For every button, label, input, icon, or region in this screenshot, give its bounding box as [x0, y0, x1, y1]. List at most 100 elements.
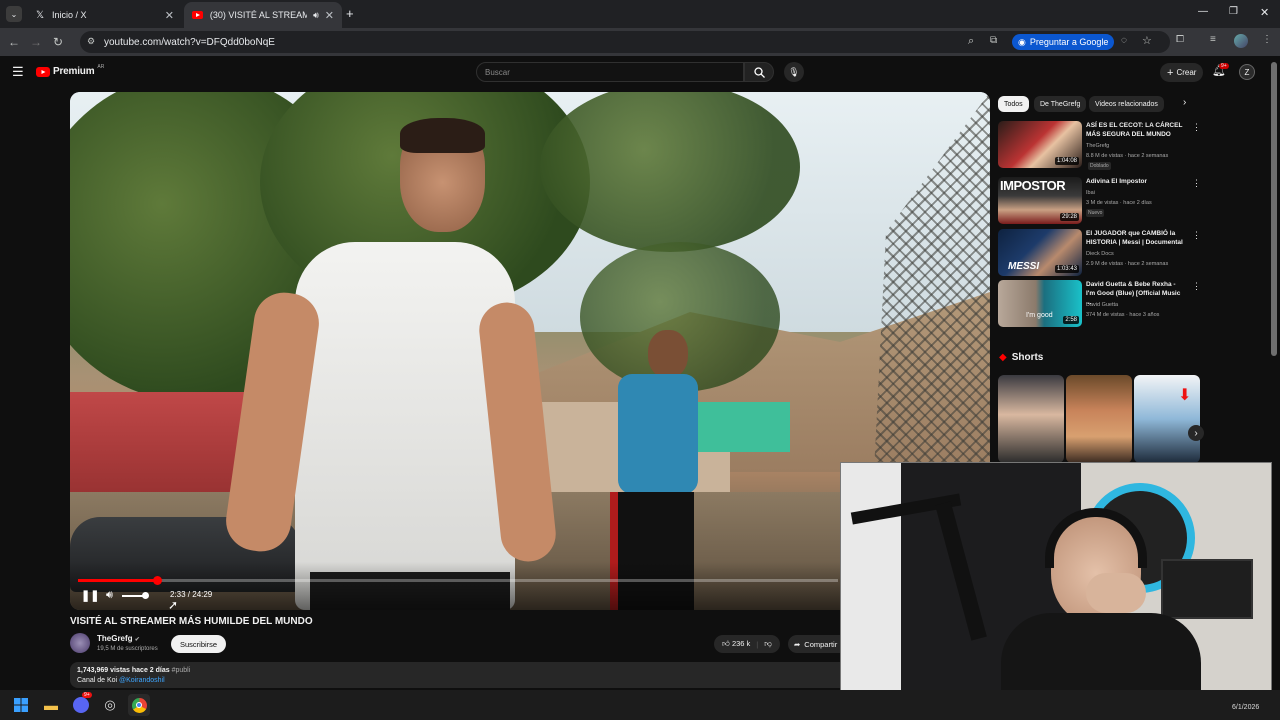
- windows-start-icon[interactable]: [10, 694, 32, 716]
- extensions-icon[interactable]: ⧠: [1176, 34, 1184, 45]
- shorts-next-button[interactable]: ›: [1188, 425, 1204, 441]
- short-thumbnail[interactable]: ⬇: [1134, 375, 1200, 463]
- address-bar[interactable]: ⚙ youtube.com/watch?v=DFQdd0boNqE: [80, 31, 1170, 53]
- reload-icon[interactable]: ↻: [47, 31, 69, 53]
- verified-check-icon: ✔: [134, 637, 140, 643]
- back-icon[interactable]: ←: [3, 31, 25, 53]
- channel-name-text: TheGrefg: [97, 634, 133, 643]
- video-title: El JUGADOR que CAMBIÓ la HISTORIA | Mess…: [1086, 230, 1183, 246]
- file-explorer-icon[interactable]: ▬: [40, 694, 62, 716]
- hashtag-link[interactable]: #publi: [172, 667, 191, 674]
- video-thumbnail: IMPOSTOR 29:28: [998, 177, 1082, 224]
- streamer-webcam-overlay: Z: [840, 462, 1272, 708]
- channel-mention-link[interactable]: @Koirandoshil: [119, 677, 165, 684]
- video-duration: 29:28: [1059, 213, 1079, 221]
- browser-tab-strip: ⌄ 𝕏 Inicio / X ✕ (30) VISITÉ AL STREAMER…: [0, 0, 1280, 28]
- recommended-video[interactable]: 1:04:08 ASÍ ES EL CECOT: LA CÁRCEL MÁS S…: [998, 121, 1201, 170]
- volume-slider-handle[interactable]: [142, 592, 149, 599]
- google-lens-icon: ◉: [1018, 36, 1026, 47]
- subscriber-count: 19,5 M de suscriptores: [97, 646, 158, 652]
- shorts-title: Shorts: [1011, 352, 1044, 363]
- reading-list-icon[interactable]: ≡: [1210, 34, 1216, 45]
- chip-related[interactable]: Videos relacionados: [1089, 96, 1164, 112]
- dislike-button[interactable]: 👎︎: [764, 639, 772, 649]
- speaker-icon[interactable]: 🔊︎: [313, 10, 319, 21]
- video-person-hair: [400, 118, 485, 153]
- chip-from-channel[interactable]: De TheGrefg: [1034, 96, 1087, 112]
- discord-badge: 9+: [82, 692, 92, 698]
- search-icon: [753, 66, 765, 78]
- close-tab-icon[interactable]: ✕: [325, 9, 334, 22]
- video-progress-bar[interactable]: [78, 576, 838, 585]
- cast-icon[interactable]: ⧉: [990, 35, 997, 46]
- page-scrollbar[interactable]: [1271, 62, 1277, 356]
- video-duration: 1:04:08: [1054, 157, 1079, 165]
- more-options-icon[interactable]: ⋮: [1192, 281, 1201, 292]
- channel-name[interactable]: TheGrefg ✔: [97, 634, 140, 643]
- dubbed-badge: Doblado: [1088, 162, 1111, 170]
- chevron-right-icon[interactable]: ›: [1183, 97, 1186, 108]
- recommended-video[interactable]: MESSI 1:03:43 El JUGADOR que CAMBIÓ la H…: [998, 229, 1201, 277]
- video-duration: 2:58: [1063, 316, 1079, 324]
- tab-youtube[interactable]: (30) VISITÉ AL STREAMER M 🔊︎ ✕: [184, 2, 342, 28]
- close-tab-icon[interactable]: ✕: [165, 9, 174, 22]
- hamburger-menu-icon[interactable]: ☰: [12, 64, 24, 80]
- volume-icon[interactable]: 🔊︎: [106, 589, 113, 602]
- video-person2-shirt: [618, 374, 698, 494]
- notification-count-badge: 9+: [1219, 63, 1229, 69]
- chrome-icon[interactable]: [128, 694, 150, 716]
- logo-region: AR: [97, 63, 105, 70]
- video-green-house: [690, 402, 790, 452]
- chip-all[interactable]: Todos: [998, 96, 1029, 112]
- ask-google-button[interactable]: ◉ Preguntar a Google: [1012, 34, 1115, 50]
- more-options-icon[interactable]: ⋮: [1192, 122, 1201, 133]
- close-window-icon[interactable]: ✕: [1260, 6, 1269, 19]
- youtube-logo[interactable]: Premium AR: [36, 63, 105, 77]
- video-meta: 374 M de vistas · hace 3 años: [1086, 312, 1160, 318]
- short-thumbnail[interactable]: [998, 375, 1064, 463]
- webcam-person-hand: [1086, 573, 1146, 613]
- minimize-icon[interactable]: —: [1198, 6, 1208, 17]
- search-input[interactable]: Buscar: [476, 62, 744, 82]
- create-button[interactable]: + Crear: [1160, 63, 1204, 82]
- short-thumbnail[interactable]: [1066, 375, 1132, 463]
- subscribe-button[interactable]: Suscribirse: [171, 635, 227, 653]
- thumbnail-text: I'm good: [1026, 312, 1053, 319]
- pause-icon[interactable]: ❚❚: [81, 589, 99, 602]
- eye-off-icon[interactable]: ◌: [1121, 35, 1127, 46]
- video-title: VISITÉ AL STREAMER MÁS HUMILDE DEL MUNDO: [70, 616, 313, 627]
- shorts-logo-icon: ◆: [999, 352, 1007, 363]
- like-button[interactable]: 👍︎ 236 k: [722, 639, 750, 649]
- microphone-icon: 🎙︎: [788, 66, 800, 77]
- share-button[interactable]: ➦ Compartir: [788, 635, 848, 653]
- more-options-icon[interactable]: ⋮: [1192, 178, 1201, 189]
- restore-icon[interactable]: ❐: [1229, 6, 1238, 17]
- video-meta: 3 M de vistas · hace 2 días: [1086, 200, 1152, 206]
- video-scrubber-handle[interactable]: [153, 576, 163, 585]
- arrow-down-icon: ⬇: [1178, 387, 1192, 404]
- obs-icon[interactable]: ◎: [99, 694, 121, 716]
- profile-avatar[interactable]: [1234, 34, 1248, 48]
- voice-search-button[interactable]: 🎙︎: [784, 62, 804, 82]
- channel-avatar[interactable]: [70, 633, 90, 653]
- forward-icon[interactable]: →: [25, 31, 47, 53]
- bookmark-star-icon[interactable]: ☆: [1142, 34, 1152, 47]
- thumbs-down-icon: 👎︎: [764, 639, 772, 648]
- browser-menu-icon[interactable]: ⋮: [1262, 34, 1272, 45]
- video-person2-head: [648, 330, 688, 378]
- tab-x[interactable]: 𝕏 Inicio / X ✕: [26, 2, 182, 28]
- video-channel: TheGrefg: [1086, 143, 1110, 149]
- like-count: 236 k: [731, 639, 751, 648]
- recommended-video[interactable]: IMPOSTOR 29:28 Adivina El Impostor Ibai …: [998, 177, 1201, 225]
- video-duration: 1:03:43: [1054, 265, 1079, 273]
- more-options-icon[interactable]: ⋮: [1192, 230, 1201, 241]
- account-avatar[interactable]: Z: [1239, 64, 1255, 80]
- search-button[interactable]: [744, 62, 774, 82]
- tab-search-chevron-icon[interactable]: ⌄: [6, 6, 22, 22]
- recommended-video[interactable]: I'm good 2:58 David Guetta & Bebe Rexha …: [998, 280, 1201, 328]
- site-info-icon[interactable]: ⚙: [87, 36, 95, 47]
- description-box[interactable]: 1,743,969 vistas hace 2 días #publi Cana…: [70, 662, 850, 688]
- new-tab-icon[interactable]: +: [346, 6, 354, 21]
- zoom-search-icon[interactable]: ⌕: [968, 35, 974, 48]
- video-title: Adivina El Impostor: [1086, 178, 1148, 185]
